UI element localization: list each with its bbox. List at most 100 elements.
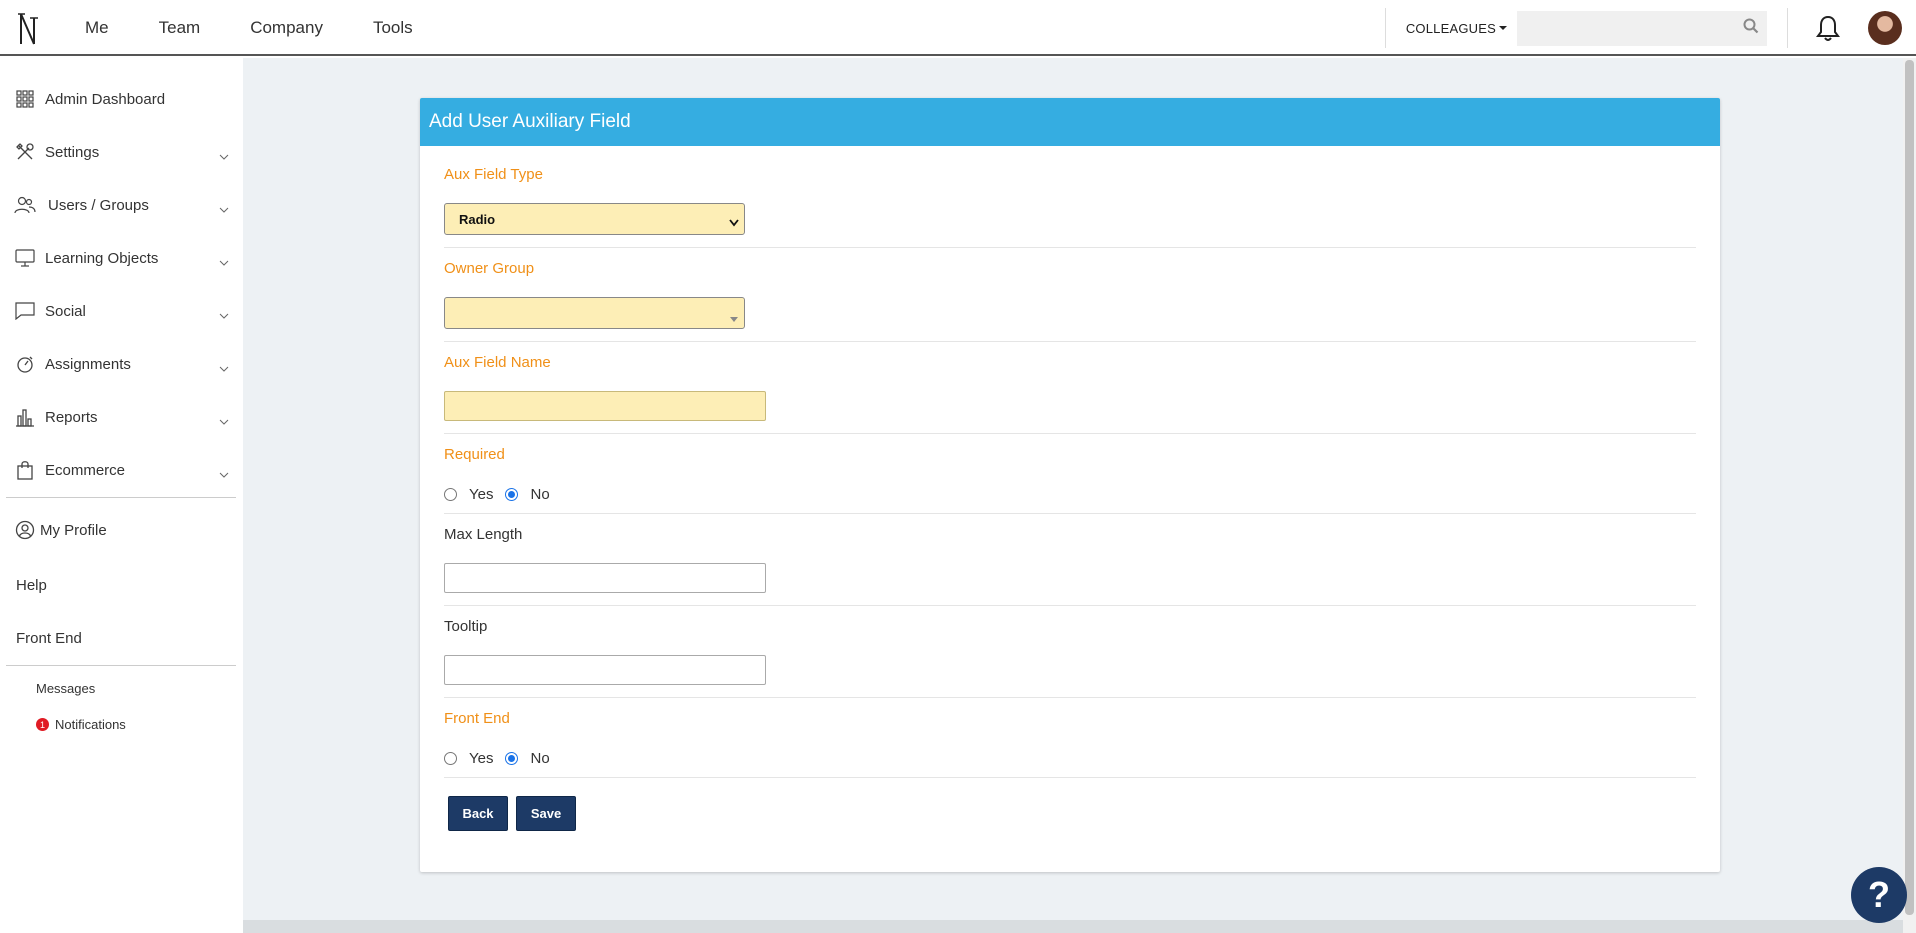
sidebar-item-learning-objects[interactable]: Learning Objects bbox=[14, 243, 229, 273]
sidebar-item-social[interactable]: Social bbox=[14, 296, 229, 326]
avatar[interactable] bbox=[1868, 11, 1902, 45]
sidebar-divider bbox=[6, 665, 236, 666]
sidebar-item-notifications[interactable]: 1 Notifications bbox=[36, 717, 126, 732]
front-end-radio-group: Yes No bbox=[444, 750, 562, 767]
sidebar-item-label: Notifications bbox=[55, 717, 126, 732]
required-no-label: No bbox=[530, 486, 550, 503]
sidebar-item-settings[interactable]: Settings bbox=[14, 137, 229, 167]
top-nav: Me Team Company Tools bbox=[85, 0, 463, 56]
owner-group-label: Owner Group bbox=[444, 260, 535, 277]
logo-icon[interactable] bbox=[16, 10, 40, 46]
required-no-radio[interactable] bbox=[505, 488, 519, 501]
sidebar-item-messages[interactable]: Messages bbox=[36, 681, 95, 696]
question-mark-icon: ? bbox=[1868, 874, 1890, 915]
grid-icon bbox=[14, 88, 36, 110]
aux-field-type-select[interactable]: Radio bbox=[444, 203, 745, 235]
front-end-no-label: No bbox=[530, 750, 550, 767]
tools-icon bbox=[14, 141, 36, 163]
scrollbar-thumb[interactable] bbox=[1905, 60, 1914, 915]
chevron-down-icon bbox=[219, 306, 229, 323]
sidebar-item-label: Help bbox=[16, 576, 47, 594]
form-divider bbox=[444, 513, 1696, 514]
form-divider bbox=[444, 605, 1696, 606]
tooltip-label: Tooltip bbox=[444, 618, 488, 635]
sidebar-item-label: Front End bbox=[16, 629, 82, 647]
aux-field-name-input[interactable] bbox=[444, 391, 766, 421]
timer-icon bbox=[14, 353, 36, 375]
search-box bbox=[1517, 10, 1767, 46]
form-divider bbox=[444, 777, 1696, 778]
caret-down-icon bbox=[729, 311, 739, 326]
sidebar-item-reports[interactable]: Reports bbox=[14, 402, 229, 432]
max-length-input[interactable] bbox=[444, 563, 766, 593]
sidebar-item-users-groups[interactable]: Users / Groups bbox=[14, 190, 229, 220]
help-button[interactable]: ? bbox=[1851, 867, 1907, 923]
panel-title: Add User Auxiliary Field bbox=[429, 111, 631, 132]
topnav-me[interactable]: Me bbox=[85, 18, 109, 38]
sidebar-item-my-profile[interactable]: My Profile bbox=[14, 515, 229, 545]
aux-field-type-label: Aux Field Type bbox=[444, 166, 543, 183]
sidebar-item-help[interactable]: Help bbox=[16, 570, 231, 600]
sidebar: Admin Dashboard Settings Users / Groups … bbox=[0, 58, 243, 933]
topnav-tools[interactable]: Tools bbox=[373, 18, 413, 38]
required-label: Required bbox=[444, 446, 505, 463]
chevron-down-icon bbox=[729, 215, 739, 230]
sidebar-item-label: Social bbox=[45, 302, 86, 320]
front-end-yes-label: Yes bbox=[469, 750, 494, 767]
tooltip-input[interactable] bbox=[444, 655, 766, 685]
top-right-controls: COLLEAGUES bbox=[1384, 0, 1916, 56]
sidebar-item-front-end[interactable]: Front End bbox=[16, 623, 231, 653]
sidebar-item-label: Admin Dashboard bbox=[45, 90, 166, 108]
sidebar-divider bbox=[6, 497, 236, 498]
aux-field-type-value: Radio bbox=[459, 211, 496, 227]
sidebar-item-ecommerce[interactable]: Ecommerce bbox=[14, 455, 229, 485]
top-nav-bar: Me Team Company Tools COLLEAGUES bbox=[0, 0, 1916, 56]
colleagues-label: COLLEAGUES bbox=[1405, 20, 1496, 36]
monitor-icon bbox=[14, 247, 36, 269]
panel-header: Add User Auxiliary Field bbox=[420, 98, 1720, 146]
form-divider bbox=[444, 433, 1696, 434]
front-end-yes-radio[interactable] bbox=[444, 752, 457, 765]
required-radio-group: Yes No bbox=[444, 486, 562, 503]
sidebar-item-label: My Profile bbox=[40, 521, 107, 539]
front-end-label: Front End bbox=[444, 710, 510, 727]
sidebar-item-label: Reports bbox=[45, 408, 98, 426]
required-yes-radio[interactable] bbox=[444, 488, 457, 501]
topnav-team[interactable]: Team bbox=[159, 18, 201, 38]
bell-icon[interactable] bbox=[1813, 13, 1843, 43]
sidebar-item-label: Ecommerce bbox=[45, 461, 126, 479]
sidebar-item-label: Settings bbox=[45, 143, 100, 161]
caret-down-icon bbox=[1499, 26, 1507, 30]
form-divider bbox=[444, 697, 1696, 698]
chevron-down-icon bbox=[219, 253, 229, 270]
chevron-down-icon bbox=[219, 147, 229, 164]
front-end-no-radio[interactable] bbox=[505, 752, 519, 765]
bar-chart-icon bbox=[14, 406, 36, 428]
chevron-down-icon bbox=[219, 359, 229, 376]
topnav-company[interactable]: Company bbox=[250, 18, 323, 38]
add-aux-field-panel: Add User Auxiliary Field Aux Field Type … bbox=[420, 98, 1720, 872]
horizontal-scrollbar[interactable] bbox=[243, 920, 1903, 933]
sidebar-item-label: Learning Objects bbox=[45, 249, 159, 267]
search-icon[interactable] bbox=[1743, 18, 1759, 39]
sidebar-item-label: Users / Groups bbox=[48, 196, 149, 214]
divider bbox=[1787, 8, 1788, 48]
sidebar-item-label: Messages bbox=[36, 681, 96, 696]
notification-badge: 1 bbox=[36, 718, 49, 731]
colleagues-dropdown[interactable]: COLLEAGUES bbox=[1386, 21, 1517, 36]
chat-icon bbox=[14, 300, 36, 322]
save-button[interactable]: Save bbox=[516, 796, 576, 831]
owner-group-select[interactable] bbox=[444, 297, 745, 329]
sidebar-item-admin-dashboard[interactable]: Admin Dashboard bbox=[14, 84, 229, 114]
chevron-down-icon bbox=[219, 465, 229, 482]
search-input[interactable] bbox=[1517, 10, 1743, 46]
chevron-down-icon bbox=[219, 200, 229, 217]
sidebar-item-assignments[interactable]: Assignments bbox=[14, 349, 229, 379]
required-yes-label: Yes bbox=[469, 486, 494, 503]
back-button[interactable]: Back bbox=[448, 796, 508, 831]
max-length-label: Max Length bbox=[444, 526, 523, 543]
aux-field-name-label: Aux Field Name bbox=[444, 354, 551, 371]
shopping-bag-icon bbox=[14, 459, 36, 481]
form-divider bbox=[444, 247, 1696, 248]
form-divider bbox=[444, 341, 1696, 342]
